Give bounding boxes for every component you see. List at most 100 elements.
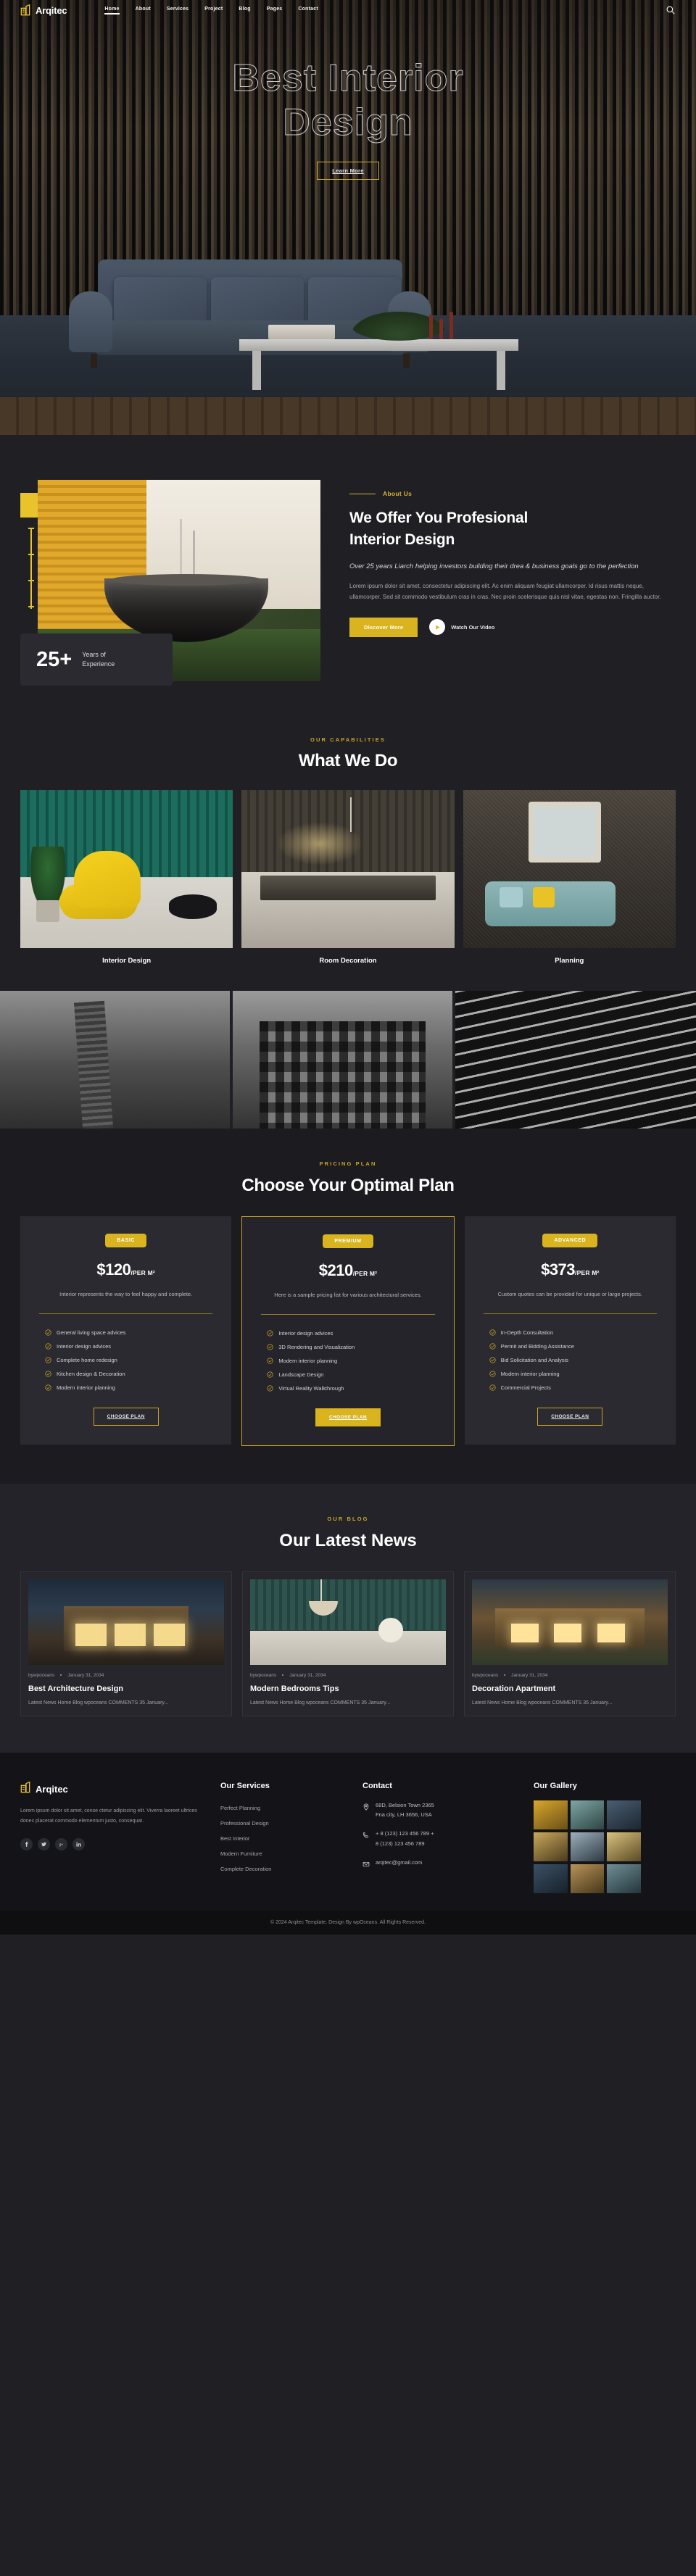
capability-card[interactable]: Interior Design xyxy=(20,790,233,965)
footer-address-line2: Fna city, LH 3656, USA xyxy=(376,1811,432,1819)
gallery-thumb[interactable] xyxy=(534,1864,568,1893)
check-circle-icon xyxy=(45,1371,51,1377)
meta-dot-separator xyxy=(504,1674,506,1677)
blog-post-card[interactable]: bywpoceans January 31, 2034 Decoration A… xyxy=(464,1571,676,1716)
footer-service-item[interactable]: Perfect Planning xyxy=(220,1800,344,1816)
page-root: Arqitec Home About Services Project Blog… xyxy=(0,0,696,1935)
about-media: 25+ Years of Experience xyxy=(20,480,325,686)
about-eyebrow-label: About Us xyxy=(383,490,413,497)
capability-card[interactable]: Room Decoration xyxy=(241,790,455,965)
about-text: About Us We Offer You Profesional Interi… xyxy=(349,480,676,681)
blog-post-title[interactable]: Best Architecture Design xyxy=(28,1684,224,1693)
project-photo-strip xyxy=(0,991,696,1129)
blog-post-title[interactable]: Modern Bedrooms Tips xyxy=(250,1684,446,1693)
plan-feature-label: Interior design advices xyxy=(57,1342,112,1350)
plan-feature-label: Kitchen design & Decoration xyxy=(57,1370,125,1377)
nav-item-blog[interactable]: Blog xyxy=(239,7,250,14)
nav-item-about[interactable]: About xyxy=(136,7,151,14)
about-heading-line1: We Offer You Profesional xyxy=(349,510,529,526)
footer-service-item[interactable]: Modern Furniture xyxy=(220,1846,344,1861)
pricing-plan-list: BASIC $120/PER M² Interior represents th… xyxy=(20,1216,676,1446)
years-label-line1: Years of xyxy=(82,650,106,658)
about-eyebrow: About Us xyxy=(349,490,676,497)
blog-post-meta: bywpoceans January 31, 2034 xyxy=(472,1673,668,1678)
blog-post-date: January 31, 2034 xyxy=(511,1672,548,1678)
meta-dot-separator xyxy=(60,1674,62,1677)
capability-card[interactable]: Planning xyxy=(463,790,676,965)
decor-vertical-line xyxy=(28,528,34,609)
discover-more-button[interactable]: Discover More xyxy=(349,617,418,637)
gallery-thumb[interactable] xyxy=(607,1864,641,1893)
footer-gallery-grid xyxy=(534,1800,641,1893)
plan-unit: /PER M² xyxy=(130,1269,155,1276)
footer-service-item[interactable]: Complete Decoration xyxy=(220,1861,344,1877)
hero-section: Arqitec Home About Services Project Blog… xyxy=(0,0,696,435)
watch-video-button[interactable]: Watch Our Video xyxy=(429,619,494,636)
twitter-icon[interactable] xyxy=(38,1837,50,1850)
nav-item-pages[interactable]: Pages xyxy=(267,7,283,14)
capability-image-interior-design xyxy=(20,790,233,948)
blog-post-image xyxy=(250,1579,446,1665)
nav-item-contact[interactable]: Contact xyxy=(298,7,318,14)
plan-feature: Interior design advices xyxy=(267,1326,439,1340)
capability-caption: Room Decoration xyxy=(319,957,377,965)
years-experience-badge: 25+ Years of Experience xyxy=(20,633,173,686)
gallery-thumb[interactable] xyxy=(534,1832,568,1861)
footer-services-heading: Our Services xyxy=(220,1781,270,1790)
choose-plan-button-basic[interactable]: CHOOSE PLAN xyxy=(93,1407,159,1426)
plan-description: Interior represents the way to feel happ… xyxy=(59,1291,193,1297)
footer-social-links: g+ xyxy=(20,1837,202,1850)
pricing-title: Choose Your Optimal Plan xyxy=(241,1176,455,1195)
nav-item-project[interactable]: Project xyxy=(204,7,223,14)
building-icon xyxy=(20,1781,32,1797)
plan-feature: Modern interior planning xyxy=(45,1381,217,1395)
footer-service-item[interactable]: Best Interior xyxy=(220,1831,344,1846)
plan-feature: Bid Solicitation and Analysis xyxy=(489,1353,661,1367)
gallery-thumb[interactable] xyxy=(607,1832,641,1861)
check-circle-icon xyxy=(45,1357,51,1363)
pricing-section: PRICING PLAN Choose Your Optimal Plan BA… xyxy=(0,1129,696,1484)
nav-item-home[interactable]: Home xyxy=(104,7,120,14)
blog-post-title[interactable]: Decoration Apartment xyxy=(472,1684,668,1693)
plan-feature-label: Landscape Design xyxy=(278,1371,324,1378)
facebook-icon[interactable] xyxy=(20,1837,33,1850)
footer-address: 68D, Belsion Town 2365 Fna city, LH 3656… xyxy=(362,1800,515,1821)
linkedin-icon[interactable] xyxy=(72,1837,85,1850)
strip-photo-building[interactable] xyxy=(233,991,452,1129)
plan-feature: Modern interior planning xyxy=(267,1354,439,1368)
footer-phone-line2[interactable]: 8 (123) 123 456 789 xyxy=(376,1840,425,1847)
footer-service-item[interactable]: Professional Design xyxy=(220,1816,344,1831)
plan-feature-label: Complete home redesign xyxy=(57,1356,117,1363)
site-logo[interactable]: Arqitec xyxy=(20,4,67,16)
choose-plan-button-premium[interactable]: CHOOSE PLAN xyxy=(315,1408,381,1426)
gallery-thumb[interactable] xyxy=(534,1800,568,1829)
blog-post-excerpt: Latest News Home Blog wpoceans COMMENTS … xyxy=(472,1700,613,1705)
search-icon[interactable] xyxy=(666,5,676,15)
gallery-thumb[interactable] xyxy=(570,1864,605,1893)
gallery-thumb[interactable] xyxy=(570,1800,605,1829)
footer-gallery-heading: Our Gallery xyxy=(534,1781,577,1790)
site-footer: Arqitec Lorem ipsum dolor sit amet, cons… xyxy=(0,1752,696,1911)
nav-item-services[interactable]: Services xyxy=(167,7,188,14)
blog-post-card[interactable]: bywpoceans January 31, 2034 Best Archite… xyxy=(20,1571,232,1716)
blog-post-card[interactable]: bywpoceans January 31, 2034 Modern Bedro… xyxy=(242,1571,454,1716)
check-circle-icon xyxy=(267,1358,273,1364)
google-plus-icon[interactable]: g+ xyxy=(55,1837,67,1850)
blog-post-meta: bywpoceans January 31, 2034 xyxy=(250,1673,446,1678)
plan-description: Custom quotes can be provided for unique… xyxy=(497,1291,642,1297)
plan-amount: $373 xyxy=(541,1260,576,1279)
hero-content: Best Interior Design Learn More xyxy=(0,0,696,180)
strip-photo-stairs[interactable] xyxy=(455,991,696,1129)
footer-email-address[interactable]: arqitec@gmail.com xyxy=(376,1858,422,1868)
check-circle-icon xyxy=(267,1344,273,1350)
choose-plan-button-advanced[interactable]: CHOOSE PLAN xyxy=(537,1407,603,1426)
footer-phone-line1[interactable]: + 8 (123) 123 456 789 + xyxy=(376,1830,434,1837)
hero-learn-more-button[interactable]: Learn More xyxy=(317,161,379,180)
check-circle-icon xyxy=(489,1357,496,1363)
footer-logo[interactable]: Arqitec xyxy=(20,1781,202,1797)
gallery-thumb[interactable] xyxy=(570,1832,605,1861)
gallery-thumb[interactable] xyxy=(607,1800,641,1829)
strip-photo-tower[interactable] xyxy=(0,991,231,1129)
plan-unit: /PER M² xyxy=(575,1269,600,1276)
capability-image-planning xyxy=(463,790,676,948)
